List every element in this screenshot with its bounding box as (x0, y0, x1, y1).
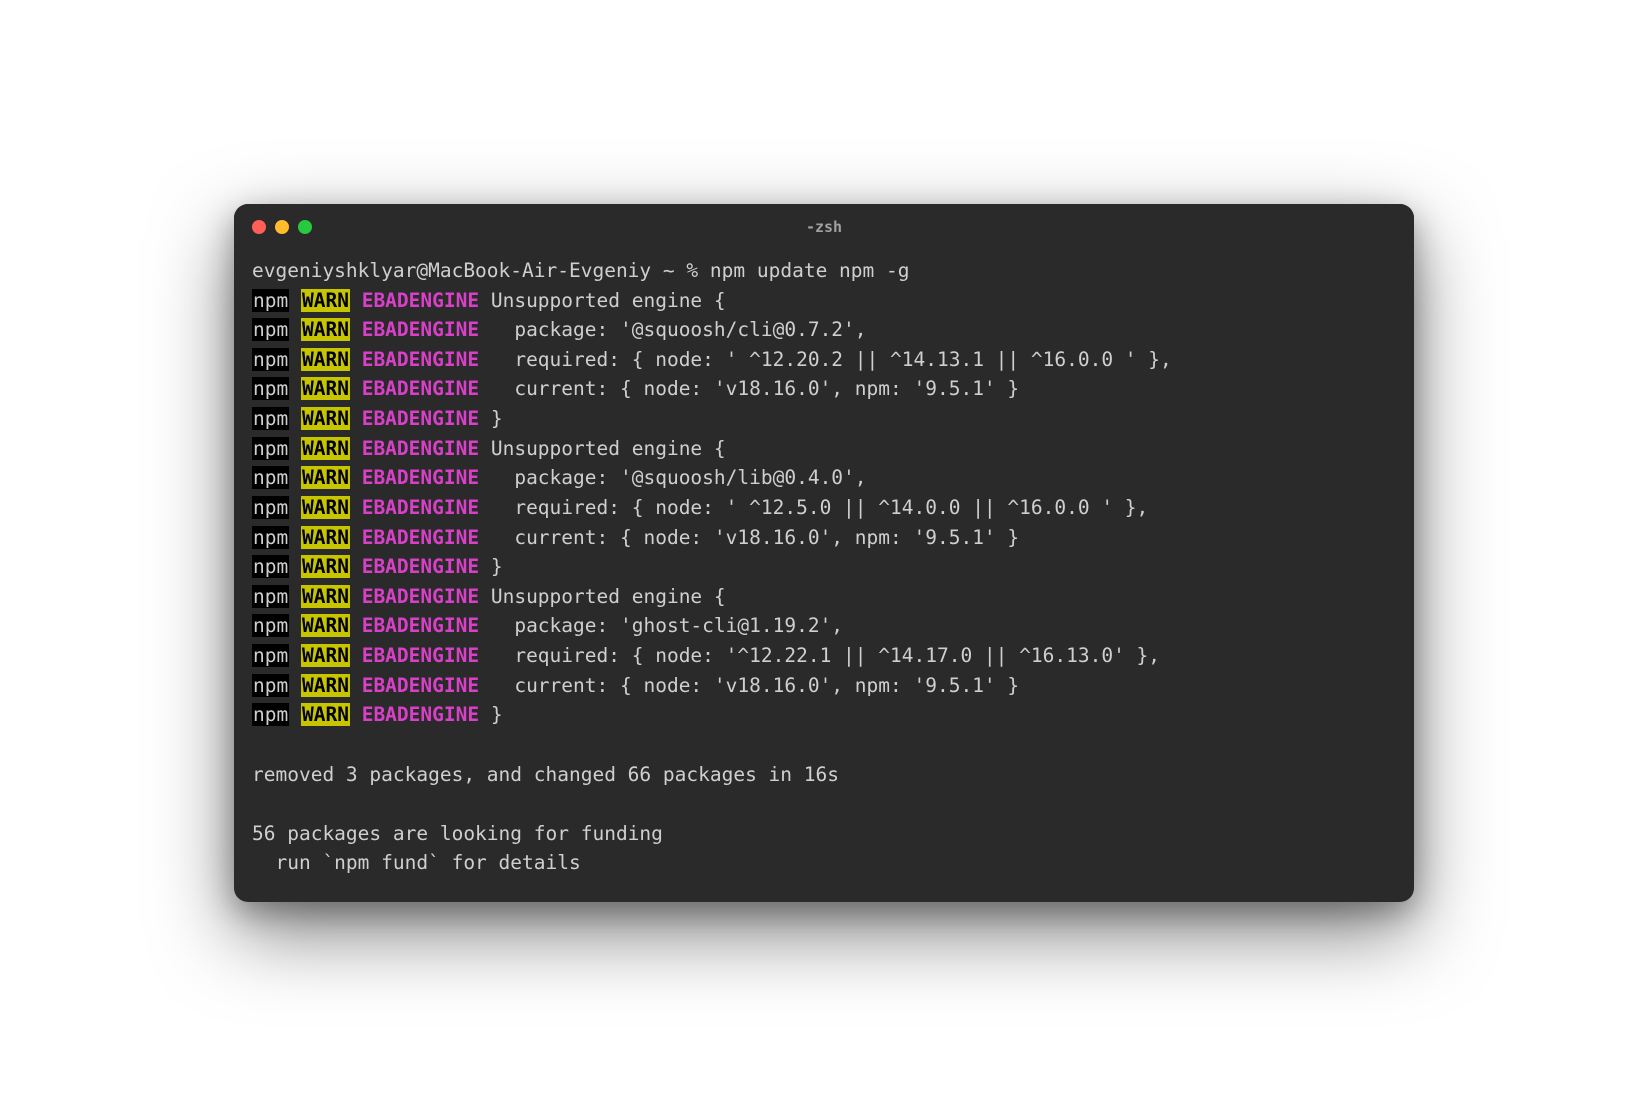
warn-message: Unsupported engine { (479, 437, 726, 460)
warn-label: WARN (301, 348, 350, 371)
warn-label: WARN (301, 674, 350, 697)
warn-label: WARN (301, 555, 350, 578)
npm-prefix: npm (252, 289, 289, 312)
npm-prefix: npm (252, 437, 289, 460)
warn-line: npm WARN EBADENGINE current: { node: 'v1… (252, 671, 1396, 701)
warn-message: package: 'ghost-cli@1.19.2', (479, 614, 843, 637)
npm-prefix: npm (252, 526, 289, 549)
npm-prefix: npm (252, 644, 289, 667)
warn-code: EBADENGINE (362, 407, 479, 430)
maximize-icon[interactable] (298, 220, 312, 234)
warn-label: WARN (301, 318, 350, 341)
npm-prefix: npm (252, 318, 289, 341)
warn-label: WARN (301, 289, 350, 312)
warn-line: npm WARN EBADENGINE } (252, 552, 1396, 582)
warn-code: EBADENGINE (362, 496, 479, 519)
warn-label: WARN (301, 526, 350, 549)
npm-prefix: npm (252, 614, 289, 637)
warn-line: npm WARN EBADENGINE Unsupported engine { (252, 582, 1396, 612)
warn-message: Unsupported engine { (479, 289, 726, 312)
warn-label: WARN (301, 377, 350, 400)
npm-prefix: npm (252, 407, 289, 430)
warn-message: required: { node: ' ^12.5.0 || ^14.0.0 |… (479, 496, 1148, 519)
warn-code: EBADENGINE (362, 674, 479, 697)
npm-prefix: npm (252, 348, 289, 371)
warn-line: npm WARN EBADENGINE Unsupported engine { (252, 286, 1396, 316)
prompt-cwd: ~ (663, 259, 675, 282)
prompt-command: npm update npm -g (710, 259, 910, 282)
warn-label: WARN (301, 437, 350, 460)
warn-message: } (479, 703, 502, 726)
prompt-symbol: % (686, 259, 698, 282)
warn-label: WARN (301, 644, 350, 667)
npm-prefix: npm (252, 674, 289, 697)
blank-line (252, 789, 1396, 819)
terminal-body[interactable]: evgeniyshklyar@MacBook-Air-Evgeniy ~ % n… (234, 244, 1414, 902)
npm-prefix: npm (252, 703, 289, 726)
warn-line: npm WARN EBADENGINE required: { node: ' … (252, 345, 1396, 375)
warn-line: npm WARN EBADENGINE } (252, 404, 1396, 434)
traffic-lights (252, 220, 312, 234)
warn-message: required: { node: ' ^12.20.2 || ^14.13.1… (479, 348, 1172, 371)
warn-message: Unsupported engine { (479, 585, 726, 608)
close-icon[interactable] (252, 220, 266, 234)
warn-line: npm WARN EBADENGINE Unsupported engine { (252, 434, 1396, 464)
warn-label: WARN (301, 703, 350, 726)
summary-fund-hint: run `npm fund` for details (252, 848, 1396, 878)
prompt-line: evgeniyshklyar@MacBook-Air-Evgeniy ~ % n… (252, 256, 1396, 286)
warn-message: package: '@squoosh/lib@0.4.0', (479, 466, 866, 489)
warn-line: npm WARN EBADENGINE package: 'ghost-cli@… (252, 611, 1396, 641)
warn-line: npm WARN EBADENGINE required: { node: '^… (252, 641, 1396, 671)
warn-code: EBADENGINE (362, 644, 479, 667)
warn-line: npm WARN EBADENGINE current: { node: 'v1… (252, 523, 1396, 553)
minimize-icon[interactable] (275, 220, 289, 234)
npm-prefix: npm (252, 555, 289, 578)
terminal-window: -zsh evgeniyshklyar@MacBook-Air-Evgeniy … (234, 204, 1414, 902)
warn-code: EBADENGINE (362, 348, 479, 371)
warn-line: npm WARN EBADENGINE package: '@squoosh/l… (252, 463, 1396, 493)
warn-message: current: { node: 'v18.16.0', npm: '9.5.1… (479, 674, 1019, 697)
warn-line: npm WARN EBADENGINE required: { node: ' … (252, 493, 1396, 523)
warn-label: WARN (301, 585, 350, 608)
warn-code: EBADENGINE (362, 437, 479, 460)
warn-line: npm WARN EBADENGINE current: { node: 'v1… (252, 374, 1396, 404)
warn-message: package: '@squoosh/cli@0.7.2', (479, 318, 866, 341)
warn-message: required: { node: '^12.22.1 || ^14.17.0 … (479, 644, 1160, 667)
summary-funding: 56 packages are looking for funding (252, 819, 1396, 849)
warn-line: npm WARN EBADENGINE } (252, 700, 1396, 730)
prompt-user-host: evgeniyshklyar@MacBook-Air-Evgeniy (252, 259, 651, 282)
warn-message: } (479, 407, 502, 430)
warn-message: current: { node: 'v18.16.0', npm: '9.5.1… (479, 526, 1019, 549)
npm-prefix: npm (252, 496, 289, 519)
warning-lines: npm WARN EBADENGINE Unsupported engine {… (252, 286, 1396, 730)
npm-prefix: npm (252, 377, 289, 400)
warn-label: WARN (301, 614, 350, 637)
warn-label: WARN (301, 466, 350, 489)
warn-label: WARN (301, 496, 350, 519)
warn-label: WARN (301, 407, 350, 430)
warn-message: current: { node: 'v18.16.0', npm: '9.5.1… (479, 377, 1019, 400)
warn-code: EBADENGINE (362, 585, 479, 608)
npm-prefix: npm (252, 585, 289, 608)
warn-code: EBADENGINE (362, 703, 479, 726)
warn-code: EBADENGINE (362, 318, 479, 341)
warn-code: EBADENGINE (362, 289, 479, 312)
warn-code: EBADENGINE (362, 526, 479, 549)
warn-code: EBADENGINE (362, 614, 479, 637)
warn-code: EBADENGINE (362, 555, 479, 578)
warn-code: EBADENGINE (362, 377, 479, 400)
npm-prefix: npm (252, 466, 289, 489)
blank-line (252, 730, 1396, 760)
warn-line: npm WARN EBADENGINE package: '@squoosh/c… (252, 315, 1396, 345)
warn-code: EBADENGINE (362, 466, 479, 489)
titlebar: -zsh (234, 204, 1414, 244)
summary-removed: removed 3 packages, and changed 66 packa… (252, 760, 1396, 790)
window-title: -zsh (252, 218, 1396, 236)
warn-message: } (479, 555, 502, 578)
